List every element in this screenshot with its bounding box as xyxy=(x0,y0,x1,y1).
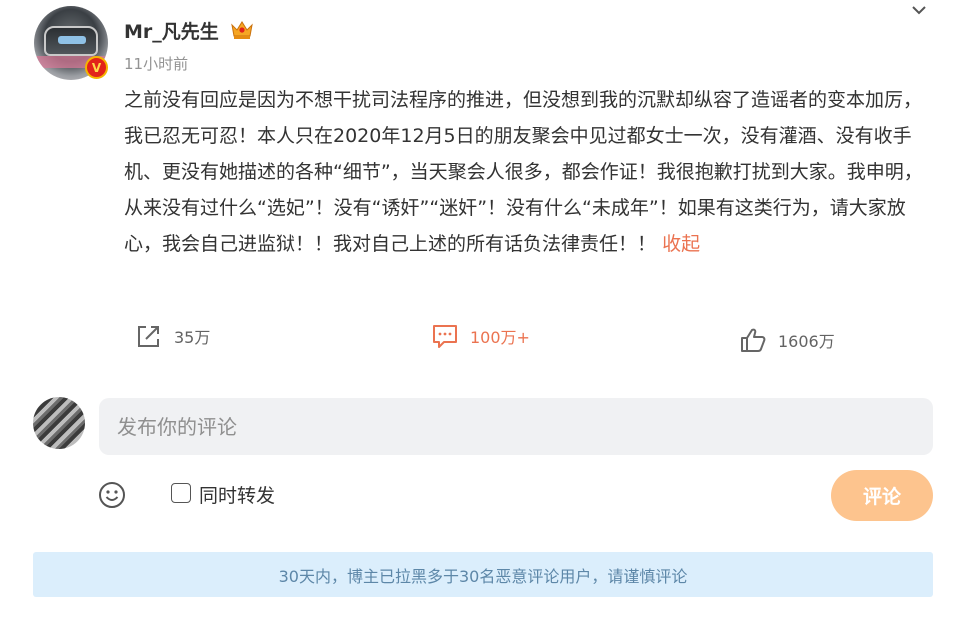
like-count: 1606万 xyxy=(778,332,835,351)
repost-button[interactable]: 35万 xyxy=(136,316,210,356)
comment-icon xyxy=(433,325,457,348)
post-content: 之前没有回应是因为不想干扰司法程序的推进，但没想到我的沉默却纵容了造谣者的变本加… xyxy=(124,82,932,262)
submit-comment-button[interactable]: 评论 xyxy=(831,470,933,521)
comment-input[interactable] xyxy=(99,398,933,455)
repost-count: 35万 xyxy=(174,328,211,347)
current-user-avatar[interactable] xyxy=(33,397,85,449)
post-text: 之前没有回应是因为不想干扰司法程序的推进，但没想到我的沉默却纵容了造谣者的变本加… xyxy=(124,89,923,255)
verified-badge: V xyxy=(85,56,108,79)
like-icon xyxy=(741,328,766,352)
repost-checkbox[interactable] xyxy=(171,483,191,503)
like-button[interactable]: 1606万 xyxy=(740,320,835,360)
weibo-post: V Mr_凡先生 11小时前 之前没有回应是因为不想干扰司法程序的推进，但没想到… xyxy=(0,0,965,625)
comment-count: 100万+ xyxy=(470,328,530,347)
emoji-icon[interactable] xyxy=(97,480,127,510)
crown-icon xyxy=(231,21,253,39)
repost-icon xyxy=(138,326,159,347)
repost-checkbox-label[interactable]: 同时转发 xyxy=(199,481,275,508)
collapse-link[interactable]: 收起 xyxy=(662,233,700,255)
action-bar: 35万 100万+ 1606万 xyxy=(0,316,965,356)
username[interactable]: Mr_凡先生 xyxy=(124,17,219,44)
avatar-image xyxy=(44,26,98,56)
comment-notice: 30天内，博主已拉黑多于30名恶意评论用户，请谨慎评论 xyxy=(33,552,933,597)
post-timestamp: 11小时前 xyxy=(124,55,189,73)
chevron-down-icon[interactable] xyxy=(909,3,929,17)
comment-button[interactable]: 100万+ xyxy=(432,316,530,356)
